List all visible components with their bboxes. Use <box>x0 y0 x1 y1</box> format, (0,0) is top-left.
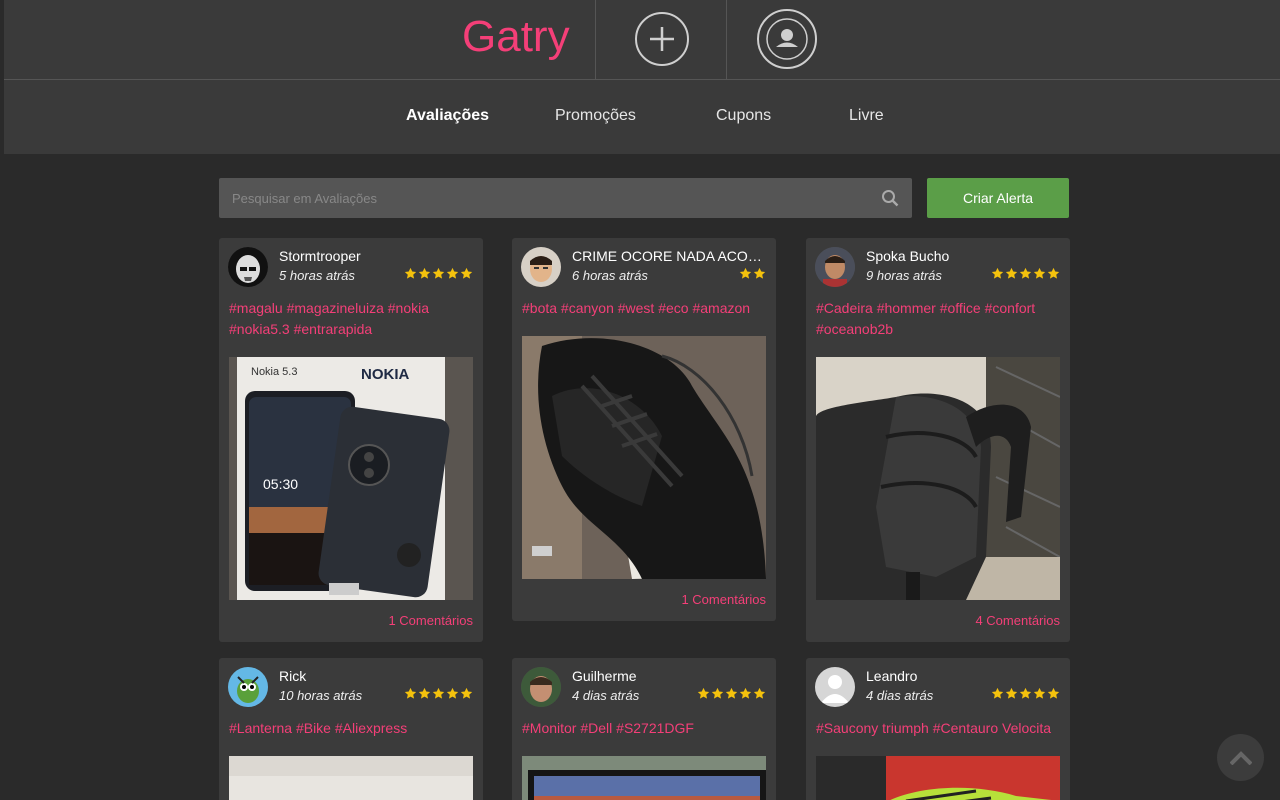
user-name[interactable]: Leandro <box>866 668 1058 684</box>
star-icon <box>1005 687 1018 699</box>
search-input[interactable] <box>219 178 869 218</box>
star-icon <box>404 267 417 279</box>
star-icon <box>460 687 473 699</box>
avatar[interactable] <box>521 247 561 287</box>
star-icon <box>753 687 766 699</box>
box-model-label: Nokia 5.3 <box>251 366 297 378</box>
office-chair-photo[interactable] <box>816 357 1060 600</box>
scroll-to-top-button[interactable] <box>1217 734 1264 781</box>
review-card[interactable]: Spoka Bucho 9 horas atrás #Cadeira #homm… <box>806 238 1070 642</box>
post-time: 4 dias atrás <box>866 688 934 703</box>
star-icon <box>1047 267 1060 279</box>
hashtags[interactable]: #Lanterna #Bike #Aliexpress <box>229 718 475 739</box>
box-brand-label: NOKIA <box>361 366 410 383</box>
comments-link[interactable]: 4 Comentários <box>975 613 1060 628</box>
star-icon <box>460 267 473 279</box>
user-name[interactable]: Stormtrooper <box>279 248 471 264</box>
hashtags[interactable]: #magalu #magazineluiza #nokia #nokia5.3 … <box>229 298 475 340</box>
plus-icon <box>650 27 674 51</box>
user-profile-button[interactable] <box>757 9 817 69</box>
avatar[interactable] <box>228 667 268 707</box>
user-icon <box>766 18 808 60</box>
user-name[interactable]: Spoka Bucho <box>866 248 1058 264</box>
nokia-box-photo[interactable]: Nokia 5.3 NOKIA 05:30 <box>229 357 473 600</box>
star-icon <box>711 687 724 699</box>
create-alert-button[interactable]: Criar Alerta <box>927 178 1069 218</box>
phone-clock: 05:30 <box>263 476 298 492</box>
rating-stars <box>697 687 766 700</box>
star-icon <box>1033 267 1046 279</box>
star-icon <box>1033 687 1046 699</box>
post-time: 5 horas atrás <box>279 268 355 283</box>
review-card[interactable]: Leandro 4 dias atrás #Saucony triumph #C… <box>806 658 1070 800</box>
star-icon <box>418 687 431 699</box>
divider <box>726 0 727 79</box>
review-card[interactable]: CRIME OCORE NADA ACONTECE FEIJOADA 6 hor… <box>512 238 776 621</box>
avatar[interactable] <box>228 247 268 287</box>
user-name[interactable]: Guilherme <box>572 668 764 684</box>
search-bar <box>219 178 912 218</box>
hashtags[interactable]: #bota #canyon #west #eco #amazon <box>522 298 768 319</box>
post-time: 9 horas atrás <box>866 268 942 283</box>
gatry-logo[interactable]: Gatry <box>462 12 570 62</box>
user-name[interactable]: Rick <box>279 668 471 684</box>
flashlight-photo[interactable] <box>229 756 473 800</box>
hashtags[interactable]: #Monitor #Dell #S2721DGF <box>522 718 768 739</box>
category-nav: Avaliações Promoções Cupons Livre <box>4 80 1280 154</box>
post-time: 10 horas atrás <box>279 688 363 703</box>
sneaker-photo[interactable] <box>816 756 1060 800</box>
chevron-up-icon <box>1229 750 1252 765</box>
star-icon <box>446 267 459 279</box>
avatar[interactable] <box>521 667 561 707</box>
tab-livre[interactable]: Livre <box>849 107 884 125</box>
top-bar: Gatry <box>4 0 1280 80</box>
comments-link[interactable]: 1 Comentários <box>388 613 473 628</box>
review-card[interactable]: Stormtrooper 5 horas atrás #magalu #maga… <box>219 238 483 642</box>
monitor-photo[interactable] <box>522 756 766 800</box>
rating-stars <box>991 267 1060 280</box>
post-time: 6 horas atrás <box>572 268 648 283</box>
divider <box>595 0 596 79</box>
rating-stars <box>404 687 473 700</box>
review-card[interactable]: Guilherme 4 dias atrás #Monitor #Dell #S… <box>512 658 776 800</box>
star-icon <box>404 687 417 699</box>
star-icon <box>432 687 445 699</box>
comments-link[interactable]: 1 Comentários <box>681 592 766 607</box>
search-icon[interactable] <box>881 189 899 207</box>
star-icon <box>753 267 766 279</box>
star-icon <box>739 267 752 279</box>
star-icon <box>725 687 738 699</box>
tab-cupons[interactable]: Cupons <box>716 107 771 125</box>
black-boots-photo[interactable] <box>522 336 766 579</box>
star-icon <box>739 687 752 699</box>
rating-stars <box>991 687 1060 700</box>
avatar[interactable] <box>815 667 855 707</box>
star-icon <box>991 687 1004 699</box>
star-icon <box>418 267 431 279</box>
star-icon <box>1005 267 1018 279</box>
add-post-button[interactable] <box>635 12 689 66</box>
star-icon <box>1019 267 1032 279</box>
hashtags[interactable]: #Saucony triumph #Centauro Velocita <box>816 718 1062 739</box>
tab-promocoes[interactable]: Promoções <box>555 107 636 125</box>
post-time: 4 dias atrás <box>572 688 640 703</box>
avatar[interactable] <box>815 247 855 287</box>
star-icon <box>697 687 710 699</box>
review-card[interactable]: Rick 10 horas atrás #Lanterna #Bike #Ali… <box>219 658 483 800</box>
hashtags[interactable]: #Cadeira #hommer #office #confort #ocean… <box>816 298 1062 340</box>
user-name[interactable]: CRIME OCORE NADA ACONTECE FEIJOADA <box>572 248 764 264</box>
rating-stars <box>404 267 473 280</box>
star-icon <box>446 687 459 699</box>
star-icon <box>432 267 445 279</box>
star-icon <box>991 267 1004 279</box>
tab-avaliacoes[interactable]: Avaliações <box>406 107 489 125</box>
star-icon <box>1019 687 1032 699</box>
star-icon <box>1047 687 1060 699</box>
rating-stars <box>739 267 766 280</box>
